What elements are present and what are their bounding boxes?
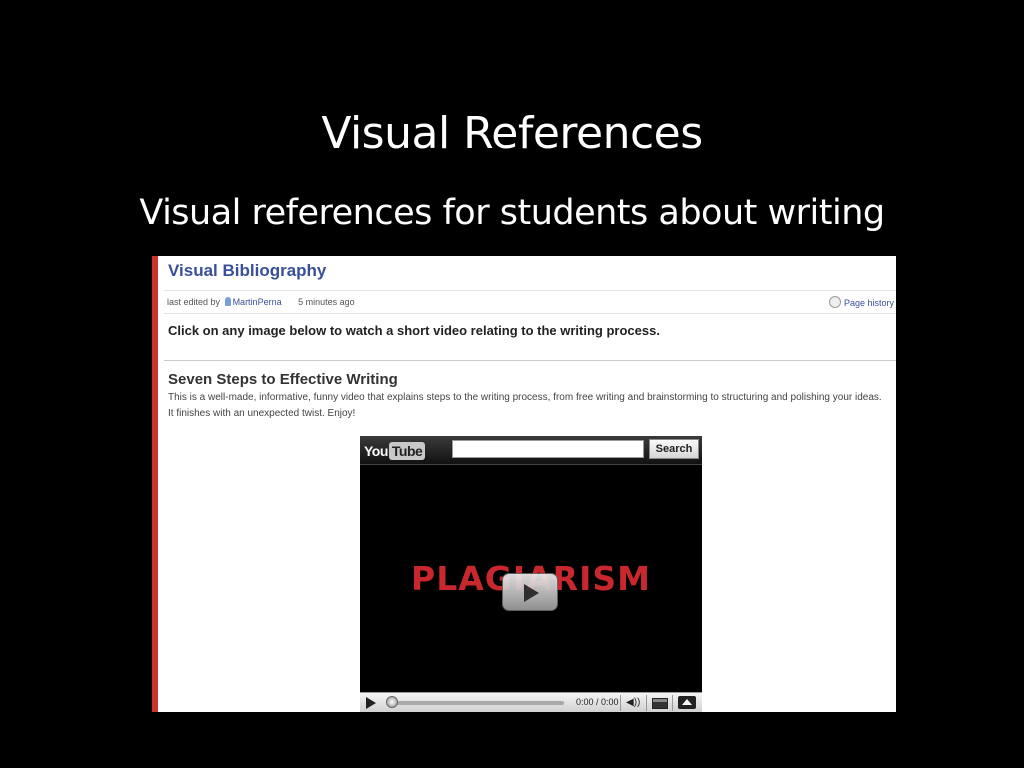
- instruction-text: Click on any image below to watch a shor…: [168, 323, 660, 338]
- volume-icon[interactable]: ◀)): [626, 697, 640, 708]
- time-display: 0:00 / 0:00: [576, 697, 619, 707]
- youtube-logo[interactable]: You Tube: [364, 442, 426, 460]
- edit-info: last edited by MartinPerna 5 minutes ago: [167, 297, 355, 307]
- player-controls: 0:00 / 0:00 ◀)): [360, 692, 702, 712]
- divider: [164, 360, 896, 361]
- page-history-link[interactable]: Page history: [828, 296, 894, 308]
- youtube-player[interactable]: YouTube Search PLAGIARISM 0:00 / 0:00 ◀)…: [360, 436, 702, 712]
- screen-size-icon[interactable]: [652, 698, 668, 709]
- control-divider: [620, 695, 621, 711]
- edited-by-label: last edited by: [167, 297, 221, 307]
- edit-time: 5 minutes ago: [298, 297, 355, 307]
- page-accent-border: [152, 256, 158, 712]
- section-heading: Seven Steps to Effective Writing: [168, 371, 398, 388]
- control-divider: [672, 695, 673, 711]
- control-divider: [646, 695, 647, 711]
- play-overlay-button[interactable]: [502, 573, 558, 611]
- history-icon: [828, 296, 841, 308]
- play-icon: [524, 584, 539, 602]
- section-description: This is a well-made, informative, funny …: [168, 392, 882, 419]
- logo-tube: Tube: [388, 442, 426, 460]
- progress-bar[interactable]: [390, 701, 564, 705]
- page-title: Visual Bibliography: [168, 261, 327, 280]
- youtube-search-input[interactable]: [452, 440, 644, 458]
- user-icon: [224, 297, 231, 306]
- page-history-label: Page history: [843, 298, 894, 308]
- player-top-bar: You Tube Search: [360, 436, 702, 465]
- expand-icon[interactable]: [678, 696, 696, 709]
- video-thumbnail[interactable]: PLAGIARISM: [360, 465, 702, 692]
- slide-title: Visual References: [321, 108, 703, 159]
- scrubber-handle[interactable]: [386, 696, 398, 708]
- page-meta-bar: last edited by MartinPerna 5 minutes ago…: [164, 290, 896, 314]
- slide-subtitle: Visual references for students about wri…: [139, 193, 885, 233]
- editor-link[interactable]: MartinPerna: [233, 297, 282, 307]
- play-icon[interactable]: [366, 697, 376, 709]
- wiki-screenshot: Visual Bibliography last edited by Marti…: [152, 256, 896, 712]
- youtube-search-button[interactable]: Search: [649, 439, 699, 459]
- logo-you: You: [364, 443, 388, 459]
